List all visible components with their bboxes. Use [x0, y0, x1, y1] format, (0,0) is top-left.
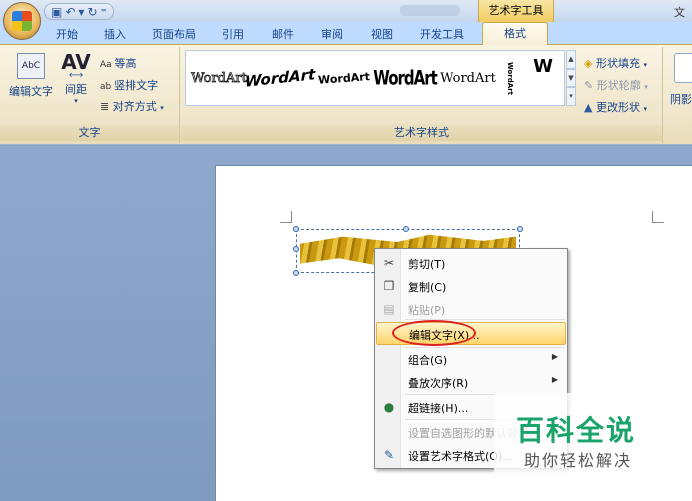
shape-outline-button[interactable]: ✎ 形状轮廓 ▾: [584, 77, 648, 93]
wordart-style-2[interactable]: WordArt: [245, 52, 315, 104]
tab-review[interactable]: 审阅: [321, 26, 343, 42]
gallery-down-button[interactable]: ▼: [566, 68, 576, 88]
chevron-down-icon: ▾: [643, 105, 647, 113]
align-button[interactable]: ≣ 对齐方式 ▾: [100, 98, 164, 114]
blurred-title: [400, 5, 460, 16]
paint-bucket-icon: ◈: [584, 57, 593, 70]
resize-handle[interactable]: [403, 226, 409, 232]
equal-height-icon: Aa: [100, 60, 115, 70]
watermark: 百科全说 助你轻松解决: [494, 393, 674, 473]
gallery-up-button[interactable]: ▲: [566, 50, 576, 69]
wordart-style-3[interactable]: WordArt: [312, 53, 375, 103]
equal-height-button[interactable]: Aa 等高: [100, 55, 137, 71]
office-button[interactable]: [3, 2, 41, 40]
spacing-icon: AV: [61, 50, 91, 74]
watermark-subtitle: 助你轻松解决: [524, 451, 633, 470]
pen-icon: ✎: [584, 79, 594, 92]
wordart-tools-context: 艺术字工具: [478, 0, 554, 22]
highlight-oval: [392, 320, 476, 346]
menu-item-copy[interactable]: ❐ 复制(C): [376, 275, 566, 297]
shadow-label: 阴影: [670, 93, 692, 106]
align-icon: ≣: [100, 100, 113, 113]
resize-handle[interactable]: [517, 226, 523, 232]
redo-icon[interactable]: ↻: [87, 5, 97, 19]
menu-item-cut[interactable]: ✂ 剪切(T): [376, 252, 566, 274]
wordart-style-1[interactable]: WordArt: [190, 55, 248, 101]
edit-text-icon: AbC: [17, 53, 45, 79]
submenu-arrow-icon: ▶: [551, 352, 558, 361]
wordart-style-4[interactable]: WordArt: [373, 48, 438, 108]
quick-access-toolbar: ▣ ↶ ▾ ↻ ⁼: [44, 3, 114, 20]
copy-icon: ❐: [383, 279, 395, 293]
format-icon: ✎: [383, 448, 395, 462]
vertical-text-button[interactable]: ab 竖排文字: [100, 77, 158, 93]
title-bar: ▣ ↶ ▾ ↻ ⁼ 艺术字工具 文档: [0, 0, 692, 35]
text-group-label: 文字: [0, 125, 179, 141]
ribbon-tabs: 开始 插入 页面布局 引用 邮件 审阅 视图 开发工具: [0, 22, 692, 44]
paste-icon: ▤: [383, 302, 395, 316]
resize-handle[interactable]: [293, 226, 299, 232]
gallery-scroll: ▲ ▼ ▾: [566, 50, 576, 107]
gallery-more-button[interactable]: ▾: [566, 87, 576, 107]
chevron-down-icon: ▾: [643, 61, 647, 69]
menu-item-paste[interactable]: ▤ 粘贴(P): [376, 298, 566, 320]
menu-item-group[interactable]: 组合(G) ▶: [376, 348, 566, 370]
margin-corner-top-right: [652, 211, 664, 223]
scissors-icon: ✂: [383, 256, 395, 270]
tab-format[interactable]: 格式: [482, 22, 548, 45]
tab-mailings[interactable]: 邮件: [272, 26, 294, 42]
wordart-styles-group-label: 艺术字样式: [181, 125, 662, 141]
change-shape-icon: ▲: [584, 101, 593, 114]
hyperlink-icon: ●: [383, 400, 395, 414]
shadow-button[interactable]: [674, 53, 692, 83]
change-shape-button[interactable]: ▲ 更改形状 ▾: [584, 99, 647, 115]
tab-developer[interactable]: 开发工具: [420, 26, 464, 42]
submenu-arrow-icon: ▶: [551, 375, 558, 384]
shadow-group: 阴影: [664, 47, 692, 143]
undo-icon[interactable]: ↶: [65, 5, 75, 19]
customize-qat-icon[interactable]: ⁼: [101, 5, 107, 19]
shape-fill-button[interactable]: ◈ 形状填充 ▾: [584, 55, 647, 71]
resize-handle[interactable]: [293, 246, 299, 252]
resize-handle[interactable]: [293, 270, 299, 276]
margin-corner-top-left: [280, 211, 292, 223]
vertical-text-icon: ab: [100, 82, 115, 92]
chevron-down-icon: ▾: [160, 104, 164, 112]
edit-text-button[interactable]: AbC 编辑文字: [6, 53, 56, 99]
menu-item-order[interactable]: 叠放次序(R) ▶: [376, 371, 566, 393]
chevron-down-icon: ▾: [74, 97, 78, 105]
tab-page-layout[interactable]: 页面布局: [152, 26, 196, 42]
tab-insert[interactable]: 插入: [104, 26, 126, 42]
spacing-button[interactable]: AV ⟷ 间距 ▾: [56, 50, 96, 105]
text-group: AbC 编辑文字 AV ⟷ 间距 ▾ Aa 等高 ab 竖排文字 ≣ 对齐方式 …: [0, 47, 180, 143]
tab-home[interactable]: 开始: [56, 26, 78, 42]
dropdown-icon[interactable]: ▾: [78, 5, 84, 19]
tab-view[interactable]: 视图: [371, 26, 393, 42]
watermark-title: 百科全说: [516, 414, 637, 447]
office-logo-icon: [12, 11, 32, 31]
wordart-style-6[interactable]: WordArt: [502, 55, 518, 101]
chevron-down-icon: ▾: [644, 83, 648, 91]
wordart-style-5[interactable]: WordArt: [438, 55, 498, 101]
wordart-style-gallery: WordArt WordArt WordArt WordArt WordArt …: [185, 50, 565, 106]
wordart-style-7[interactable]: W: [526, 51, 560, 81]
save-icon[interactable]: ▣: [51, 5, 62, 19]
tab-references[interactable]: 引用: [222, 26, 244, 42]
